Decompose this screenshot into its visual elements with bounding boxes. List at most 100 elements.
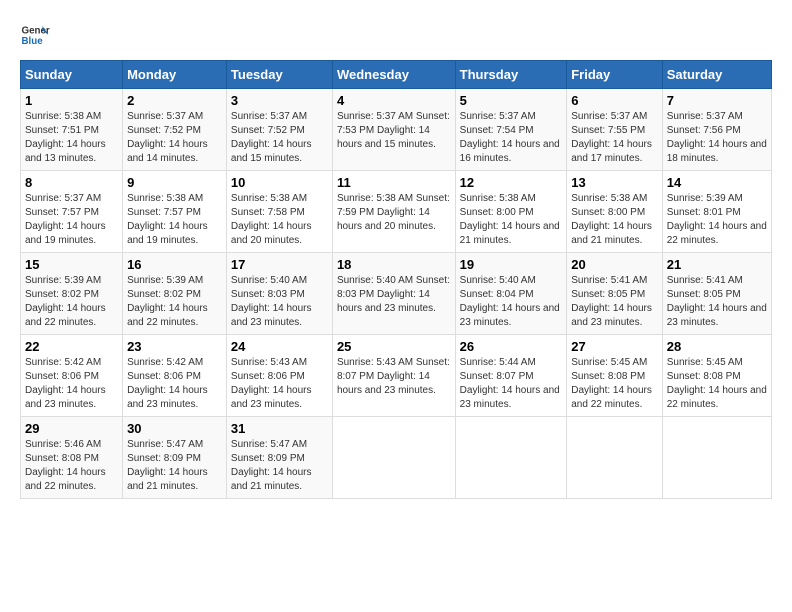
day-info: Sunrise: 5:45 AM Sunset: 8:08 PM Dayligh… [571,356,658,412]
calendar-cell: 2Sunrise: 5:37 AM Sunset: 7:52 PM Daylig… [123,89,227,171]
calendar-cell: 5 Sunrise: 5:37 AM Sunset: 7:54 PM Daylig… [455,89,567,171]
day-number: 22 [25,339,118,354]
day-info: Sunrise: 5:38 AM Sunset: 8:00 PM Dayligh… [460,192,563,248]
day-number: 25 [337,339,451,354]
day-info: Sunrise: 5:46 AM Sunset: 8:08 PM Dayligh… [25,438,118,494]
day-info: Sunrise: 5:37 AM Sunset: 7:53 PM Dayligh… [337,110,451,152]
day-number: 5 [460,93,563,108]
logo: General Blue [20,20,50,50]
day-info: Sunrise: 5:39 AM Sunset: 8:02 PM Dayligh… [25,274,118,330]
day-info: Sunrise: 5:38 AM Sunset: 7:51 PM Dayligh… [25,110,118,166]
calendar-cell: 26Sunrise: 5:44 AM Sunset: 8:07 PM Dayli… [455,335,567,417]
day-info: Sunrise: 5:39 AM Sunset: 8:02 PM Dayligh… [127,274,222,330]
calendar-cell: 13 Sunrise: 5:38 AM Sunset: 8:00 PM Dayli… [567,171,663,253]
day-number: 3 [231,93,328,108]
day-number: 14 [667,175,767,190]
day-info: Sunrise: 5:38 AM Sunset: 7:59 PM Dayligh… [337,192,451,234]
day-info: Sunrise: 5:42 AM Sunset: 8:06 PM Dayligh… [127,356,222,412]
calendar-cell: 9 Sunrise: 5:38 AM Sunset: 7:57 PM Daylig… [123,171,227,253]
calendar-cell: 17Sunrise: 5:40 AM Sunset: 8:03 PM Dayli… [226,253,332,335]
calendar-cell: 30Sunrise: 5:47 AM Sunset: 8:09 PM Dayli… [123,417,227,499]
day-info: Sunrise: 5:44 AM Sunset: 8:07 PM Dayligh… [460,356,563,412]
calendar-cell: 10 Sunrise: 5:38 AM Sunset: 7:58 PM Dayli… [226,171,332,253]
day-info: Sunrise: 5:38 AM Sunset: 8:00 PM Dayligh… [571,192,658,248]
calendar-cell [662,417,771,499]
day-info: Sunrise: 5:40 AM Sunset: 8:03 PM Dayligh… [231,274,328,330]
week-row-4: 22 Sunrise: 5:42 AM Sunset: 8:06 PM Dayli… [21,335,772,417]
weekday-header-row: SundayMondayTuesdayWednesdayThursdayFrid… [21,61,772,89]
day-info: Sunrise: 5:41 AM Sunset: 8:05 PM Dayligh… [667,274,767,330]
day-number: 10 [231,175,328,190]
day-number: 28 [667,339,767,354]
weekday-header-thursday: Thursday [455,61,567,89]
logo-icon: General Blue [20,20,50,50]
calendar-cell: 7Sunrise: 5:37 AM Sunset: 7:56 PM Daylig… [662,89,771,171]
day-info: Sunrise: 5:37 AM Sunset: 7:55 PM Dayligh… [571,110,658,166]
day-number: 21 [667,257,767,272]
weekday-header-sunday: Sunday [21,61,123,89]
calendar-cell: 14 Sunrise: 5:39 AM Sunset: 8:01 PM Dayli… [662,171,771,253]
calendar-cell: 19 Sunrise: 5:40 AM Sunset: 8:04 PM Dayli… [455,253,567,335]
day-info: Sunrise: 5:41 AM Sunset: 8:05 PM Dayligh… [571,274,658,330]
day-number: 23 [127,339,222,354]
weekday-header-monday: Monday [123,61,227,89]
weekday-header-wednesday: Wednesday [332,61,455,89]
day-number: 24 [231,339,328,354]
page-header: General Blue [20,20,772,50]
week-row-3: 15 Sunrise: 5:39 AM Sunset: 8:02 PM Dayli… [21,253,772,335]
calendar-cell: 29 Sunrise: 5:46 AM Sunset: 8:08 PM Dayli… [21,417,123,499]
day-info: Sunrise: 5:40 AM Sunset: 8:04 PM Dayligh… [460,274,563,330]
day-number: 20 [571,257,658,272]
calendar-cell: 18 Sunrise: 5:40 AM Sunset: 8:03 PM Dayli… [332,253,455,335]
day-number: 7 [667,93,767,108]
day-number: 6 [571,93,658,108]
calendar-cell [455,417,567,499]
calendar-cell: 6 Sunrise: 5:37 AM Sunset: 7:55 PM Daylig… [567,89,663,171]
calendar-cell: 3Sunrise: 5:37 AM Sunset: 7:52 PM Daylig… [226,89,332,171]
calendar-cell: 24 Sunrise: 5:43 AM Sunset: 8:06 PM Dayli… [226,335,332,417]
day-number: 11 [337,175,451,190]
day-number: 30 [127,421,222,436]
calendar-cell: 25 Sunrise: 5:43 AM Sunset: 8:07 PM Dayli… [332,335,455,417]
day-info: Sunrise: 5:37 AM Sunset: 7:57 PM Dayligh… [25,192,118,248]
day-number: 1 [25,93,118,108]
weekday-header-tuesday: Tuesday [226,61,332,89]
calendar-cell: 20 Sunrise: 5:41 AM Sunset: 8:05 PM Dayli… [567,253,663,335]
calendar-cell: 15 Sunrise: 5:39 AM Sunset: 8:02 PM Dayli… [21,253,123,335]
day-info: Sunrise: 5:37 AM Sunset: 7:52 PM Dayligh… [127,110,222,166]
calendar-cell [567,417,663,499]
day-info: Sunrise: 5:47 AM Sunset: 8:09 PM Dayligh… [231,438,328,494]
calendar-cell: 21 Sunrise: 5:41 AM Sunset: 8:05 PM Dayli… [662,253,771,335]
calendar-cell: 27 Sunrise: 5:45 AM Sunset: 8:08 PM Dayli… [567,335,663,417]
calendar-cell: 22 Sunrise: 5:42 AM Sunset: 8:06 PM Dayli… [21,335,123,417]
calendar-cell [332,417,455,499]
day-info: Sunrise: 5:43 AM Sunset: 8:07 PM Dayligh… [337,356,451,398]
day-info: Sunrise: 5:40 AM Sunset: 8:03 PM Dayligh… [337,274,451,316]
day-info: Sunrise: 5:37 AM Sunset: 7:54 PM Dayligh… [460,110,563,166]
day-number: 4 [337,93,451,108]
day-number: 12 [460,175,563,190]
calendar-cell: 31Sunrise: 5:47 AM Sunset: 8:09 PM Dayli… [226,417,332,499]
day-number: 29 [25,421,118,436]
week-row-5: 29 Sunrise: 5:46 AM Sunset: 8:08 PM Dayli… [21,417,772,499]
calendar-cell: 12 Sunrise: 5:38 AM Sunset: 8:00 PM Dayli… [455,171,567,253]
weekday-header-friday: Friday [567,61,663,89]
calendar-cell: 1 Sunrise: 5:38 AM Sunset: 7:51 PM Daylig… [21,89,123,171]
calendar-cell: 16Sunrise: 5:39 AM Sunset: 8:02 PM Dayli… [123,253,227,335]
week-row-1: 1 Sunrise: 5:38 AM Sunset: 7:51 PM Daylig… [21,89,772,171]
day-number: 13 [571,175,658,190]
calendar-cell: 4 Sunrise: 5:37 AM Sunset: 7:53 PM Daylig… [332,89,455,171]
day-number: 27 [571,339,658,354]
day-info: Sunrise: 5:39 AM Sunset: 8:01 PM Dayligh… [667,192,767,248]
day-info: Sunrise: 5:42 AM Sunset: 8:06 PM Dayligh… [25,356,118,412]
day-number: 18 [337,257,451,272]
day-number: 9 [127,175,222,190]
calendar-table: SundayMondayTuesdayWednesdayThursdayFrid… [20,60,772,499]
day-info: Sunrise: 5:38 AM Sunset: 7:57 PM Dayligh… [127,192,222,248]
calendar-cell: 28Sunrise: 5:45 AM Sunset: 8:08 PM Dayli… [662,335,771,417]
day-number: 15 [25,257,118,272]
day-info: Sunrise: 5:43 AM Sunset: 8:06 PM Dayligh… [231,356,328,412]
day-number: 19 [460,257,563,272]
day-info: Sunrise: 5:38 AM Sunset: 7:58 PM Dayligh… [231,192,328,248]
week-row-2: 8Sunrise: 5:37 AM Sunset: 7:57 PM Daylig… [21,171,772,253]
